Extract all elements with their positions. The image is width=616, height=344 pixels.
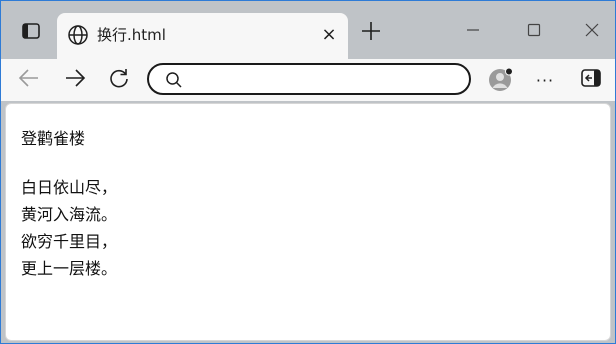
plus-icon — [359, 22, 383, 47]
tab-actions-button[interactable] — [15, 17, 47, 49]
page-title: 登鹳雀楼 — [21, 129, 86, 148]
close-icon — [585, 22, 599, 41]
maximize-icon — [527, 22, 541, 41]
new-tab-button[interactable] — [359, 19, 383, 43]
browser-window: 换行.html × ··· 登鹳雀楼 白日依山尽， 黄河入海流。 欲穷千里目， … — [0, 0, 616, 344]
tab-title: 换行.html — [97, 26, 166, 44]
poem-line: 黄河入海流。 — [21, 205, 118, 224]
maximize-button[interactable] — [519, 17, 549, 45]
poem-line: 白日依山尽， — [21, 178, 118, 197]
minimize-icon — [466, 22, 480, 41]
tab-actions-icon — [22, 23, 40, 43]
refresh-icon — [108, 67, 130, 93]
arrow-right-icon — [64, 68, 86, 92]
poem-body: 白日依山尽， 黄河入海流。 欲穷千里目， 更上一层楼。 — [21, 174, 117, 282]
more-menu-button[interactable]: ··· — [531, 67, 559, 93]
toolbar: ··· — [1, 59, 615, 101]
poem-line: 欲穷千里目， — [21, 232, 118, 251]
minimize-button[interactable] — [458, 17, 488, 45]
tab-active[interactable]: 换行.html × — [57, 13, 348, 59]
poem-line: 更上一层楼。 — [21, 259, 118, 278]
globe-icon — [67, 24, 89, 46]
tab-close-icon[interactable]: × — [319, 25, 339, 45]
profile-avatar[interactable] — [488, 67, 513, 91]
close-window-button[interactable] — [577, 17, 607, 45]
arrow-left-icon — [18, 68, 40, 92]
refresh-button[interactable] — [105, 67, 133, 93]
address-bar[interactable] — [147, 63, 471, 95]
back-button[interactable] — [15, 67, 43, 93]
search-icon — [165, 71, 183, 89]
tab-strip: 换行.html × — [1, 1, 615, 59]
address-input[interactable] — [193, 67, 457, 93]
sidebar-icon — [581, 69, 601, 91]
page-content: 登鹳雀楼 白日依山尽， 黄河入海流。 欲穷千里目， 更上一层楼。 — [5, 103, 611, 341]
sidebar-toggle-button[interactable] — [577, 67, 605, 93]
forward-button[interactable] — [61, 67, 89, 93]
